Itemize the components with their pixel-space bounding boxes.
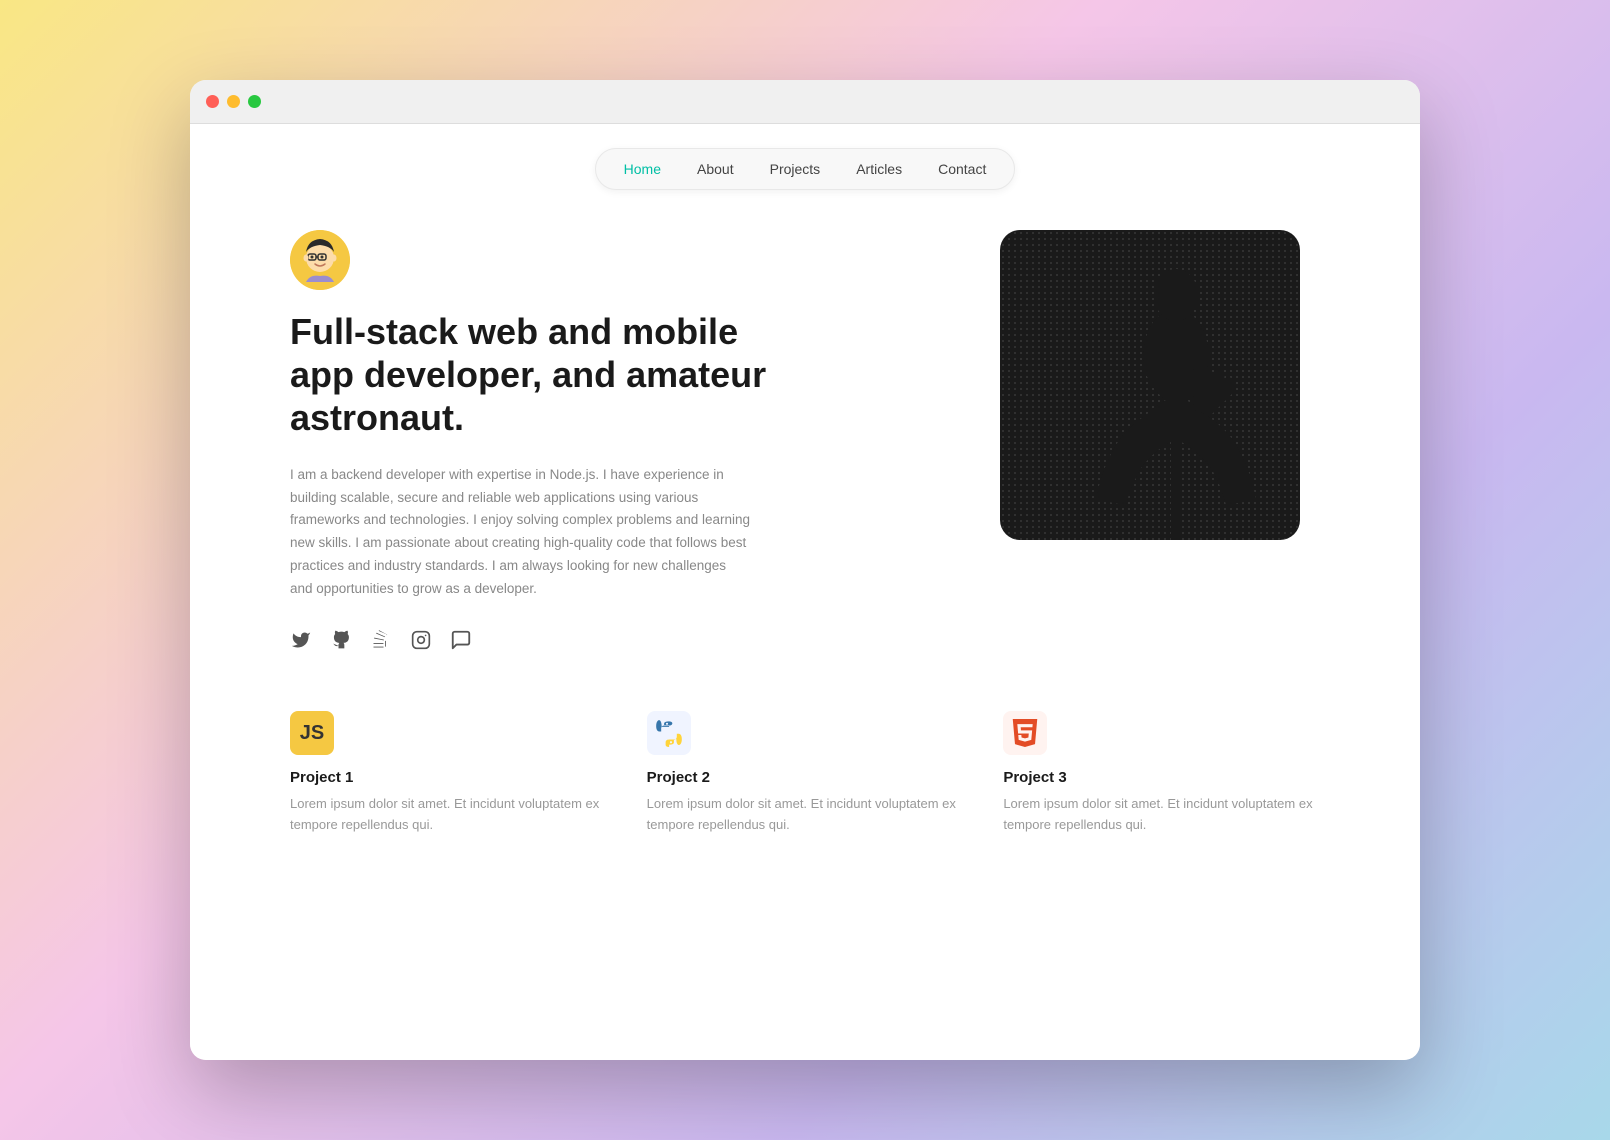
project-3-title[interactable]: Project 3 — [1003, 769, 1320, 786]
minimize-button[interactable] — [227, 95, 240, 108]
project-2-title[interactable]: Project 2 — [647, 769, 964, 786]
project-2-icon — [647, 711, 691, 755]
project-1-icon-label: JS — [300, 722, 324, 745]
project-2-description: Lorem ipsum dolor sit amet. Et incidunt … — [647, 794, 964, 836]
hero-description: I am a backend developer with expertise … — [290, 464, 750, 602]
browser-content: Home About Projects Articles Contact — [190, 124, 1420, 1060]
hero-right — [1000, 230, 1320, 540]
close-button[interactable] — [206, 95, 219, 108]
social-icons — [290, 629, 940, 651]
projects-grid: JS Project 1 Lorem ipsum dolor sit amet.… — [290, 711, 1320, 836]
projects-section: JS Project 1 Lorem ipsum dolor sit amet.… — [190, 691, 1420, 876]
avatar — [290, 230, 350, 290]
navbar: Home About Projects Articles Contact — [190, 124, 1420, 210]
person-silhouette — [1046, 250, 1300, 540]
message-icon[interactable] — [450, 629, 472, 651]
project-3-description: Lorem ipsum dolor sit amet. Et incidunt … — [1003, 794, 1320, 836]
stackoverflow-icon[interactable] — [370, 629, 392, 651]
instagram-icon[interactable] — [410, 629, 432, 651]
project-1-description: Lorem ipsum dolor sit amet. Et incidunt … — [290, 794, 607, 836]
fullscreen-button[interactable] — [248, 95, 261, 108]
nav-item-articles[interactable]: Articles — [848, 157, 910, 181]
hero-left: Full-stack web and mobile app developer,… — [290, 230, 940, 651]
browser-window: Home About Projects Articles Contact — [190, 80, 1420, 1060]
nav-item-about[interactable]: About — [689, 157, 742, 181]
hero-image — [1000, 230, 1300, 540]
nav-item-home[interactable]: Home — [616, 157, 669, 181]
nav-item-projects[interactable]: Projects — [762, 157, 829, 181]
project-card-3: Project 3 Lorem ipsum dolor sit amet. Et… — [1003, 711, 1320, 836]
project-1-icon: JS — [290, 711, 334, 755]
hero-title: Full-stack web and mobile app developer,… — [290, 310, 770, 440]
project-1-title[interactable]: Project 1 — [290, 769, 607, 786]
browser-titlebar — [190, 80, 1420, 124]
traffic-lights — [206, 95, 261, 108]
nav-item-contact[interactable]: Contact — [930, 157, 994, 181]
hero-section: Full-stack web and mobile app developer,… — [190, 210, 1420, 691]
project-card-2: Project 2 Lorem ipsum dolor sit amet. Et… — [647, 711, 964, 836]
nav-pill: Home About Projects Articles Contact — [595, 148, 1016, 190]
project-3-icon — [1003, 711, 1047, 755]
twitter-icon[interactable] — [290, 629, 312, 651]
project-card-1: JS Project 1 Lorem ipsum dolor sit amet.… — [290, 711, 607, 836]
github-icon[interactable] — [330, 629, 352, 651]
